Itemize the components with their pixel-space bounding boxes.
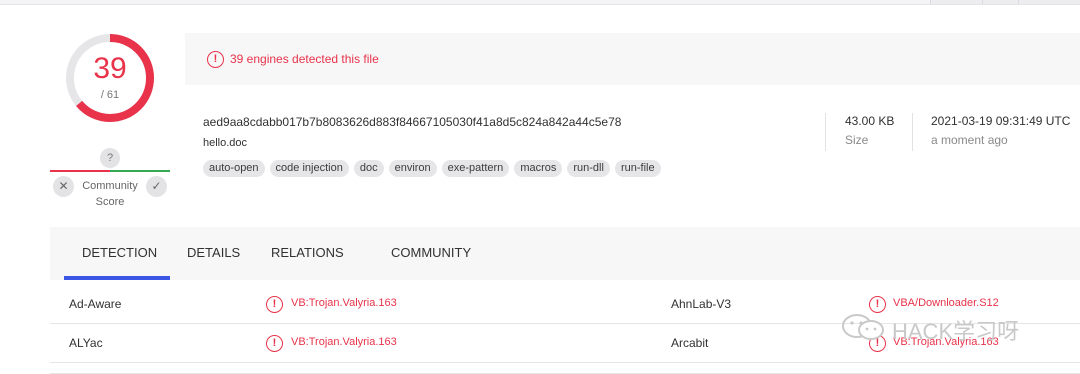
detection-result[interactable]: VBA/Downloader.S12 [893, 297, 999, 309]
score-total: / 61 [100, 89, 120, 101]
file-info-card: aed9aa8cdabb017b7b8083626d883f8466710503… [185, 85, 1080, 197]
tag[interactable]: exe-pattern [441, 160, 510, 177]
alert-icon: ! [869, 296, 886, 313]
detection-banner: ! 39 engines detected this file [185, 33, 1080, 85]
watermark-text: HACK学习呀 [892, 319, 1020, 344]
tag[interactable]: doc [353, 160, 384, 177]
alert-icon: ! [207, 51, 224, 68]
tab-bar: DETECTION DETAILS RELATIONS COMMUNITY [50, 227, 1080, 280]
community-score-bar [50, 170, 170, 172]
toolbar-segment[interactable] [930, 0, 982, 4]
table-row [50, 363, 1080, 374]
engine-name: AhnLab-V3 [671, 297, 732, 311]
top-toolbar [0, 0, 1080, 5]
tag[interactable]: run-dll [567, 160, 610, 177]
tab-detection[interactable]: DETECTION [82, 245, 157, 260]
file-name: hello.doc [203, 137, 248, 149]
tab-details[interactable]: DETAILS [187, 245, 240, 260]
tag[interactable]: run-file [614, 160, 661, 177]
community-label-line1: Community [82, 180, 138, 192]
analysis-relative-time: a moment ago [931, 133, 1008, 147]
engine-name: ALYac [69, 336, 103, 350]
tag[interactable]: code injection [269, 160, 349, 177]
watermark: HACK学习呀 [840, 312, 1050, 344]
tag-list: auto-open code injection doc environ exe… [203, 160, 661, 177]
file-hash[interactable]: aed9aa8cdabb017b7b8083626d883f8466710503… [203, 115, 621, 129]
score-detected: 39 [93, 52, 127, 85]
toolbar-segment[interactable] [982, 0, 1018, 4]
community-score-label: Community Score [78, 178, 142, 210]
analysis-date: 2021-03-19 09:31:49 UTC [931, 114, 1071, 128]
vote-harmless-icon[interactable]: ✓ [146, 176, 167, 197]
vote-harmful-icon[interactable]: ✕ [53, 176, 74, 197]
alert-icon: ! [266, 296, 283, 313]
alert-icon: ! [266, 335, 283, 352]
detection-score: 39 / 61 [62, 30, 158, 126]
question-icon[interactable]: ? [100, 148, 120, 168]
wechat-logo-icon [842, 314, 884, 340]
tag[interactable]: macros [514, 160, 563, 177]
divider [825, 113, 826, 151]
detection-summary: 39 engines detected this file [230, 52, 379, 66]
tag[interactable]: auto-open [203, 160, 265, 177]
engine-name: Arcabit [671, 336, 709, 350]
divider [912, 113, 913, 151]
tab-community[interactable]: COMMUNITY [391, 245, 471, 260]
engine-name: Ad-Aware [69, 297, 122, 311]
file-size-label: Size [845, 133, 869, 147]
detection-result[interactable]: VB:Trojan.Valyria.163 [291, 297, 397, 309]
tab-relations[interactable]: RELATIONS [271, 245, 344, 260]
tag[interactable]: environ [388, 160, 437, 177]
toolbar-segment[interactable] [1018, 0, 1080, 4]
active-tab-indicator [64, 276, 170, 280]
community-label-line2: Score [95, 196, 125, 208]
detection-result[interactable]: VB:Trojan.Valyria.163 [291, 336, 397, 348]
file-size: 43.00 KB [845, 114, 895, 128]
